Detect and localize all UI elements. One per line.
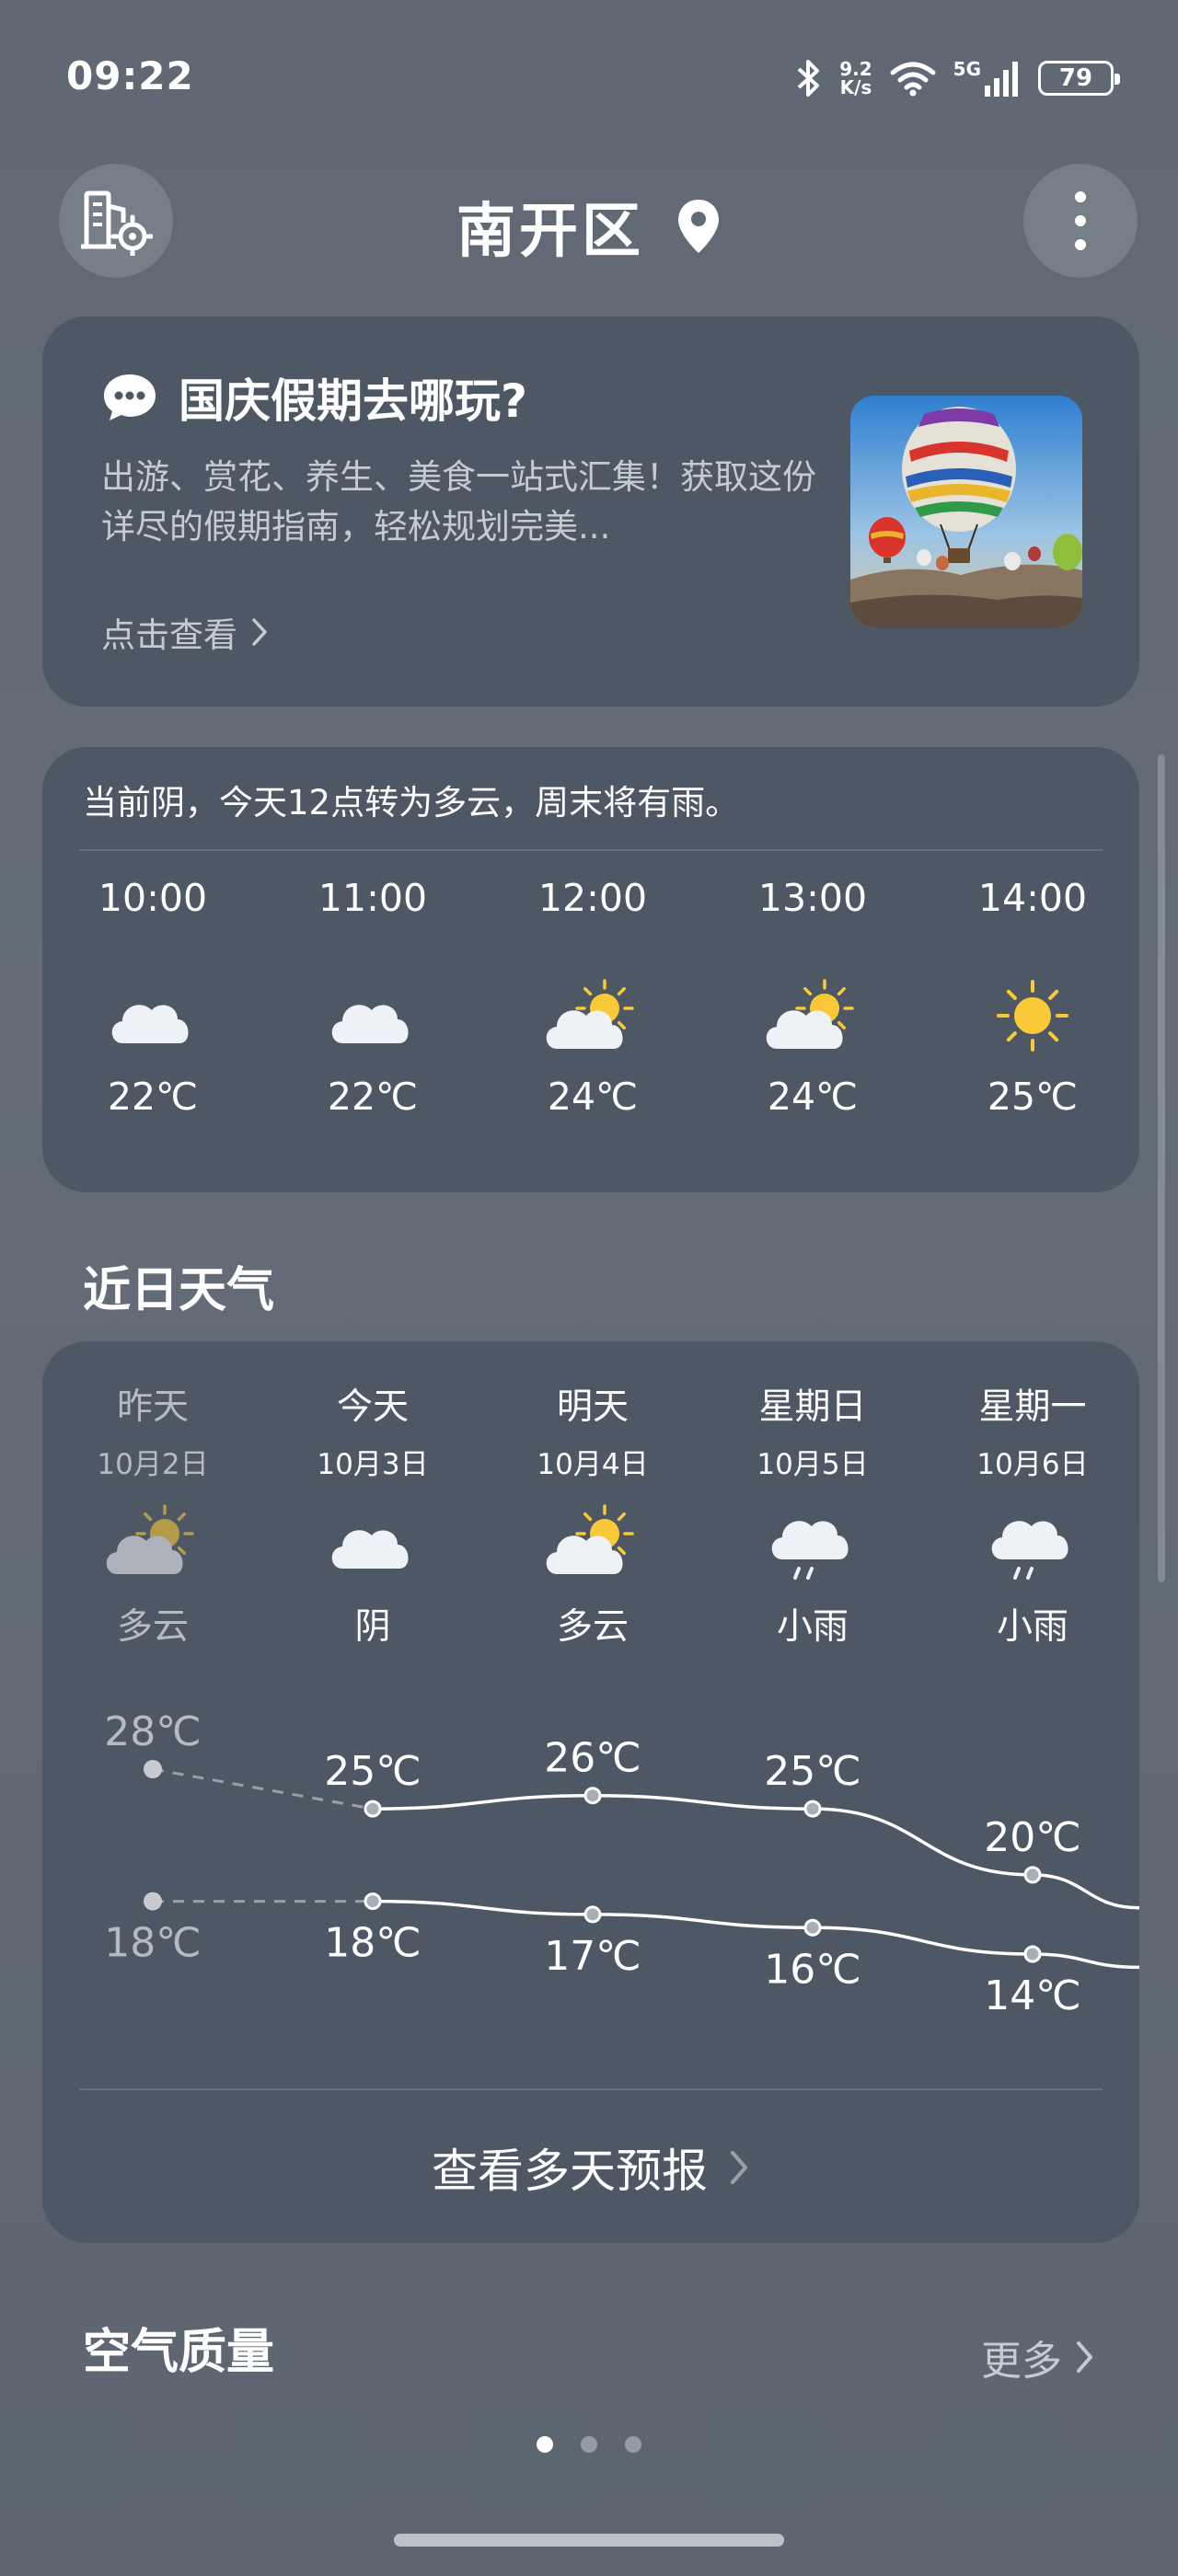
hourly-item[interactable]: 10:00 22℃ <box>61 876 245 1119</box>
recent-weather-title: 近日天气 <box>83 1263 275 1318</box>
hour-temperature: 24℃ <box>547 1075 639 1119</box>
low-temp-point <box>144 1892 162 1911</box>
low-temp-point <box>1023 1945 1042 1963</box>
hour-temperature: 25℃ <box>987 1075 1079 1119</box>
hour-time: 13:00 <box>757 876 868 920</box>
status-icons: 9.2 K/s 5G 79 <box>795 55 1120 101</box>
chevron-right-icon <box>731 2151 747 2184</box>
hour-time: 14:00 <box>977 876 1088 920</box>
low-temp-label: 14℃ <box>984 1972 1080 2019</box>
temperature-trend-chart: 28℃ 18℃ 25℃ 18℃ 26℃ 17℃ 25℃ 16℃ 20℃ 14℃ <box>104 1708 1139 2019</box>
net-speed-unit: K/s <box>839 76 872 98</box>
chevron-right-icon <box>1077 2341 1092 2373</box>
signal-bars-icon <box>985 62 1018 97</box>
battery-level: 79 <box>1058 64 1093 92</box>
high-temp-label: 25℃ <box>764 1748 860 1795</box>
page-dot[interactable] <box>537 2436 553 2453</box>
hour-weather-icon <box>982 973 1083 1058</box>
partly-cloudy-icon <box>546 979 634 1049</box>
low-temp-label: 18℃ <box>104 1920 201 1967</box>
net-speed-value: 9.2 <box>839 58 872 80</box>
cloudy-icon <box>111 1005 189 1043</box>
air-quality-more-link[interactable]: 更多 <box>981 2328 1095 2386</box>
battery-indicator: 79 <box>1038 61 1120 96</box>
high-temp-label: 28℃ <box>104 1708 201 1755</box>
chevron-right-icon <box>252 618 267 646</box>
hourly-item[interactable]: 13:00 24℃ <box>721 876 905 1119</box>
partly-cloudy-icon <box>766 979 854 1049</box>
net-speed: 9.2 K/s <box>839 60 872 97</box>
high-temp-point <box>583 1787 602 1805</box>
hourly-item[interactable]: 14:00 25℃ <box>941 876 1125 1119</box>
low-temp-line <box>372 1899 1139 1970</box>
high-temp-point <box>364 1800 382 1818</box>
bluetooth-icon <box>797 60 820 97</box>
holiday-promo-card[interactable]: 国庆假期去哪玩? 出游、赏花、养生、美食一站式汇集！获取这份详尽的假期指南，轻松… <box>42 316 1139 707</box>
home-indicator[interactable] <box>394 2534 784 2547</box>
page-indicator[interactable] <box>0 2436 1178 2453</box>
hour-temperature: 22℃ <box>327 1075 419 1119</box>
hourly-item[interactable]: 11:00 22℃ <box>281 876 465 1119</box>
promo-view-link[interactable]: 点击查看 <box>101 607 269 657</box>
promo-description: 出游、赏花、养生、美食一站式汇集！获取这份详尽的假期指南，轻松规划完美... <box>101 457 816 546</box>
low-temp-point <box>364 1892 382 1911</box>
network-type: 5G <box>953 58 981 80</box>
city-title[interactable]: 南开区 <box>0 184 1178 269</box>
hourly-item[interactable]: 12:00 24℃ <box>501 876 685 1119</box>
hour-weather-icon <box>322 973 423 1058</box>
hot-air-balloon-illustration <box>850 396 1082 627</box>
low-temp-point <box>803 1918 822 1937</box>
high-temp-point <box>803 1800 822 1818</box>
cloudy-icon <box>331 1005 409 1043</box>
sunny-icon <box>997 980 1068 1052</box>
promo-title: 国庆假期去哪玩? <box>101 364 527 431</box>
weather-summary: 当前阴，今天12点转为多云，周末将有雨。 <box>83 783 740 822</box>
hour-time: 10:00 <box>98 876 208 920</box>
low-temp-point <box>583 1905 602 1924</box>
divider <box>79 849 1103 851</box>
more-days-label: 查看多天预报 <box>432 2145 708 2198</box>
high-temp-point <box>144 1760 162 1778</box>
view-more-days-button[interactable]: 查看多天预报 <box>42 2134 1139 2201</box>
low-temp-label: 18℃ <box>324 1920 421 1967</box>
hour-weather-icon <box>762 973 863 1058</box>
low-temp-label: 17℃ <box>544 1933 641 1980</box>
more-vertical-icon <box>1075 191 1086 250</box>
air-quality-more-label: 更多 <box>981 2338 1062 2385</box>
scrollbar[interactable] <box>1158 754 1165 1582</box>
high-temp-label: 26℃ <box>544 1735 641 1782</box>
hour-time: 12:00 <box>537 876 648 920</box>
wifi-icon <box>890 62 936 97</box>
hourly-forecast-card[interactable]: 当前阴，今天12点转为多云，周末将有雨。 10:00 22℃ 11:00 22℃ 12:… <box>42 747 1139 1192</box>
high-temp-label: 20℃ <box>984 1814 1080 1861</box>
chat-bubble-icon <box>104 374 156 420</box>
city-name[interactable]: 南开区 <box>456 184 644 269</box>
hour-weather-icon <box>102 973 203 1058</box>
promo-title-text: 国庆假期去哪玩? <box>179 374 528 428</box>
low-temp-label: 16℃ <box>764 1946 860 1993</box>
hour-temperature: 22℃ <box>107 1075 199 1119</box>
status-time: 09:22 <box>66 53 194 98</box>
air-quality-title: 空气质量 <box>83 2325 275 2380</box>
location-pin-icon <box>678 200 719 253</box>
high-temp-label: 25℃ <box>324 1748 421 1795</box>
hour-time: 11:00 <box>318 876 428 920</box>
hour-weather-icon <box>542 973 643 1058</box>
hour-temperature: 24℃ <box>767 1075 859 1119</box>
more-options-button[interactable] <box>1023 164 1138 278</box>
promo-link-label: 点击查看 <box>101 615 237 655</box>
page-dot[interactable] <box>581 2436 597 2453</box>
hot-air-balloon-image[interactable] <box>850 396 1082 627</box>
cellular-signal: 5G <box>953 60 1022 97</box>
page-dot[interactable] <box>625 2436 641 2453</box>
high-temp-point <box>1023 1866 1042 1884</box>
recent-weather-card[interactable]: 昨天 10月2日 多云 今天 10月3日阴明天 10月4日 多云 星期日 10月5日 小雨 星期一 1… <box>42 1341 1139 2243</box>
divider <box>79 2088 1103 2090</box>
